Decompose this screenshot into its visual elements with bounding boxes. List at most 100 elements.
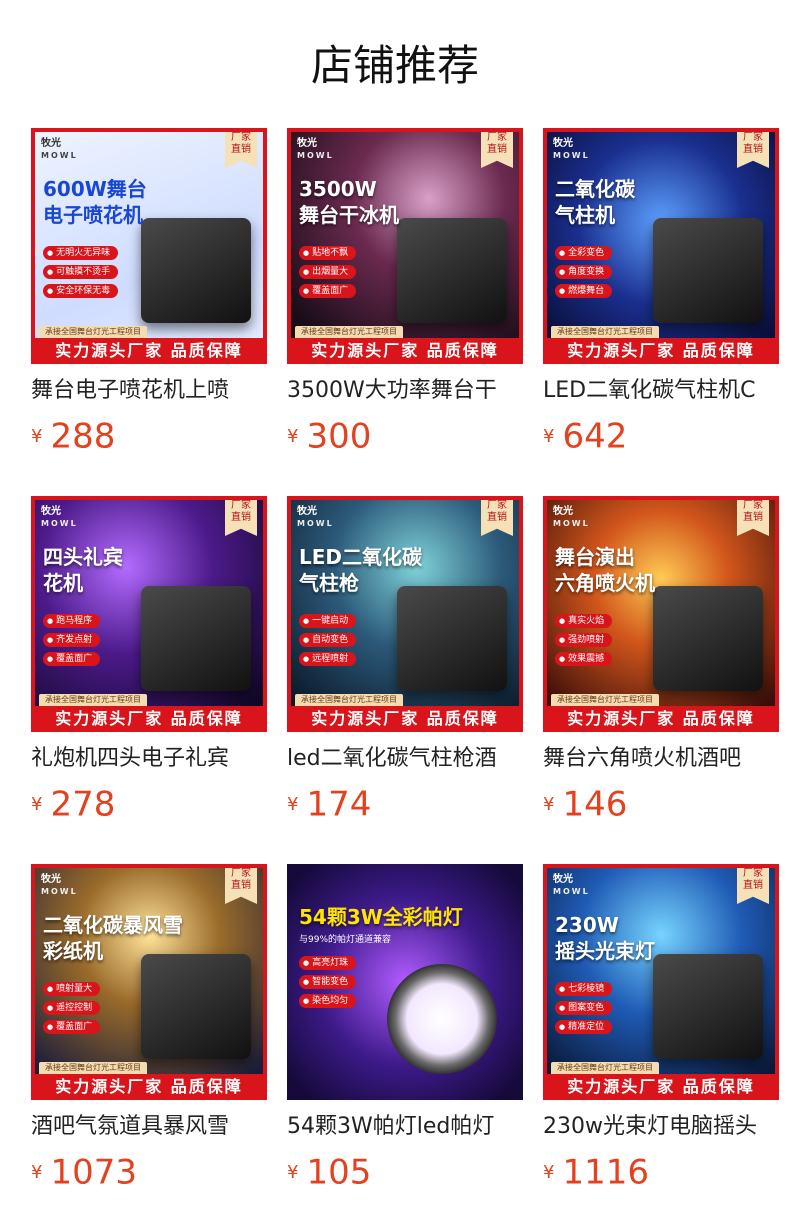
feature-tag: 无明火无异味	[43, 246, 119, 260]
factory-direct-badge: 厂家 直销	[737, 496, 769, 536]
product-name[interactable]: 礼炮机四头电子礼宾	[31, 742, 267, 776]
product-image[interactable]: 牧光 MOWL 厂家直销 230W摇头光束灯七彩棱镜图案变色精准定位承接全国舞台灯光工…	[543, 864, 779, 1100]
feature-tag: 覆盖面广	[299, 284, 357, 298]
product-name[interactable]: 3500W大功率舞台干	[287, 374, 523, 408]
product-image[interactable]: 牧光 MOWL 厂家直销二氧化碳气柱机全彩变色角度变换燃爆舞台承接全国舞台灯光工程项…	[543, 128, 779, 364]
price-value: 174	[306, 784, 372, 825]
image-headline: 舞台演出 六角喷火机	[555, 545, 655, 595]
product-price: ¥174	[287, 782, 371, 826]
product-name[interactable]: 54颗3W帕灯led帕灯	[287, 1110, 523, 1144]
brand-name: 牧光	[41, 874, 61, 885]
feature-tag: 遥控控制	[43, 1001, 101, 1015]
feature-list: 贴地不飘出烟量大覆盖面广	[299, 246, 357, 303]
brand-logo: 牧光 MOWL	[297, 506, 334, 530]
product-price: ¥1116	[543, 1150, 649, 1194]
price-value: 642	[562, 416, 628, 457]
product-image[interactable]: 牧光 MOWL 厂家直销舞台演出六角喷火机真实火焰强劲喷射效果震撼承接全国舞台灯光工…	[543, 496, 779, 732]
currency-symbol: ¥	[287, 425, 299, 447]
feature-tag: 安全环保无毒	[43, 284, 119, 298]
feature-tag: 贴地不飘	[299, 246, 357, 260]
feature-list: 真实火焰强劲喷射效果震撼	[555, 614, 613, 671]
currency-symbol: ¥	[31, 793, 43, 815]
product-image[interactable]: 牧光 MOWL 厂家直销二氧化碳暴风雪彩纸机喷射量大遥控控制覆盖面广承接全国舞台灯光…	[31, 864, 267, 1100]
brand-logo: 牧光 MOWL	[553, 138, 590, 162]
feature-tag: 真实火焰	[555, 614, 613, 628]
brand-name: 牧光	[553, 138, 573, 149]
product-image[interactable]: 牧光 MOWL 厂家直销 3500W舞台干冰机贴地不飘出烟量大覆盖面广承接全国舞台灯光…	[287, 128, 523, 364]
product-device-graphic	[653, 218, 763, 323]
factory-direct-badge: 厂家 直销	[737, 128, 769, 168]
feature-tag: 高亮灯珠	[299, 956, 357, 970]
brand-name: 牧光	[41, 506, 61, 517]
brand-logo: 牧光 MOWL	[41, 506, 78, 530]
product-device-graphic	[653, 954, 763, 1059]
product-name[interactable]: 舞台六角喷火机酒吧	[543, 742, 779, 776]
product-image[interactable]: 54颗3W全彩帕灯与99%的帕灯通道兼容高亮灯珠智能变色染色均匀	[287, 864, 523, 1100]
product-device-graphic	[141, 218, 251, 323]
feature-tag: 强劲喷射	[555, 633, 613, 647]
brand-logo: 牧光 MOWL	[553, 506, 590, 530]
product-device-graphic	[387, 964, 497, 1074]
project-subbanner: 承接全国舞台灯光工程项目	[295, 326, 403, 338]
product-price: ¥300	[287, 414, 371, 458]
image-headline: LED二氧化碳 气柱枪	[299, 545, 423, 595]
feature-tag: 图案变色	[555, 1001, 613, 1015]
image-headline: 二氧化碳暴风雪 彩纸机	[43, 913, 183, 963]
currency-symbol: ¥	[543, 1161, 555, 1183]
project-subbanner: 承接全国舞台灯光工程项目	[39, 326, 147, 338]
feature-tag: 角度变换	[555, 265, 613, 279]
feature-tag: 全彩变色	[555, 246, 613, 260]
feature-tag: 覆盖面广	[43, 1020, 101, 1034]
feature-tag: 跑马程序	[43, 614, 101, 628]
image-headline: 54颗3W全彩帕灯	[299, 905, 463, 929]
product-name[interactable]: 230w光束灯电脑摇头	[543, 1110, 779, 1144]
product-image[interactable]: 牧光 MOWL 厂家直销四头礼宾花机跑马程序齐发点射覆盖面广承接全国舞台灯光工程项目…	[31, 496, 267, 732]
brand-logo: 牧光 MOWL	[297, 138, 334, 162]
product-price: ¥278	[31, 782, 115, 826]
product-price: ¥105	[287, 1150, 371, 1194]
product-name[interactable]: LED二氧化碳气柱机C	[543, 374, 779, 408]
feature-list: 无明火无异味可触摸不烫手安全环保无毒	[43, 246, 119, 303]
price-value: 1116	[562, 1152, 649, 1193]
product-price: ¥146	[543, 782, 627, 826]
image-tagline: 与99%的帕灯通道兼容	[299, 935, 392, 945]
project-subbanner: 承接全国舞台灯光工程项目	[551, 694, 659, 706]
project-subbanner: 承接全国舞台灯光工程项目	[39, 1062, 147, 1074]
feature-list: 全彩变色角度变换燃爆舞台	[555, 246, 613, 303]
product-device-graphic	[653, 586, 763, 691]
factory-direct-badge: 厂家 直销	[225, 496, 257, 536]
feature-list: 七彩棱镜图案变色精准定位	[555, 982, 613, 1039]
product-name[interactable]: 酒吧气氛道具暴风雪	[31, 1110, 267, 1144]
brand-name: 牧光	[41, 138, 61, 149]
currency-symbol: ¥	[543, 425, 555, 447]
image-headline: 3500W 舞台干冰机	[299, 177, 399, 227]
brand-logo: 牧光 MOWL	[553, 874, 590, 898]
currency-symbol: ¥	[31, 425, 43, 447]
brand-sub: MOWL	[553, 519, 590, 528]
brand-name: 牧光	[553, 874, 573, 885]
product-image[interactable]: 牧光 MOWL 厂家直销 LED二氧化碳气柱枪一键启动自动变色远程喷射承接全国舞台灯光…	[287, 496, 523, 732]
brand-logo: 牧光 MOWL	[41, 138, 78, 162]
currency-symbol: ¥	[287, 793, 299, 815]
currency-symbol: ¥	[543, 793, 555, 815]
price-value: 288	[50, 416, 116, 457]
factory-direct-badge: 厂家 直销	[481, 128, 513, 168]
feature-tag: 可触摸不烫手	[43, 265, 119, 279]
feature-tag: 燃爆舞台	[555, 284, 613, 298]
feature-tag: 自动变色	[299, 633, 357, 647]
brand-sub: MOWL	[553, 151, 590, 160]
price-value: 105	[306, 1152, 372, 1193]
feature-tag: 效果震撼	[555, 652, 613, 666]
feature-tag: 智能变色	[299, 975, 357, 989]
quality-banner: 实力源头厂家 品质保障	[31, 706, 267, 732]
image-headline: 230W 摇头光束灯	[555, 913, 655, 963]
image-headline: 600W舞台 电子喷花机	[43, 177, 147, 227]
quality-banner: 实力源头厂家 品质保障	[31, 338, 267, 364]
product-device-graphic	[397, 218, 507, 323]
product-name[interactable]: 舞台电子喷花机上喷	[31, 374, 267, 408]
product-name[interactable]: led二氧化碳气柱枪酒	[287, 742, 523, 776]
factory-direct-badge: 厂家 直销	[481, 496, 513, 536]
quality-banner: 实力源头厂家 品质保障	[287, 706, 523, 732]
factory-direct-badge: 厂家 直销	[225, 864, 257, 904]
product-image[interactable]: 牧光 MOWL 厂家直销 600W舞台电子喷花机无明火无异味可触摸不烫手安全环保无毒承…	[31, 128, 267, 364]
